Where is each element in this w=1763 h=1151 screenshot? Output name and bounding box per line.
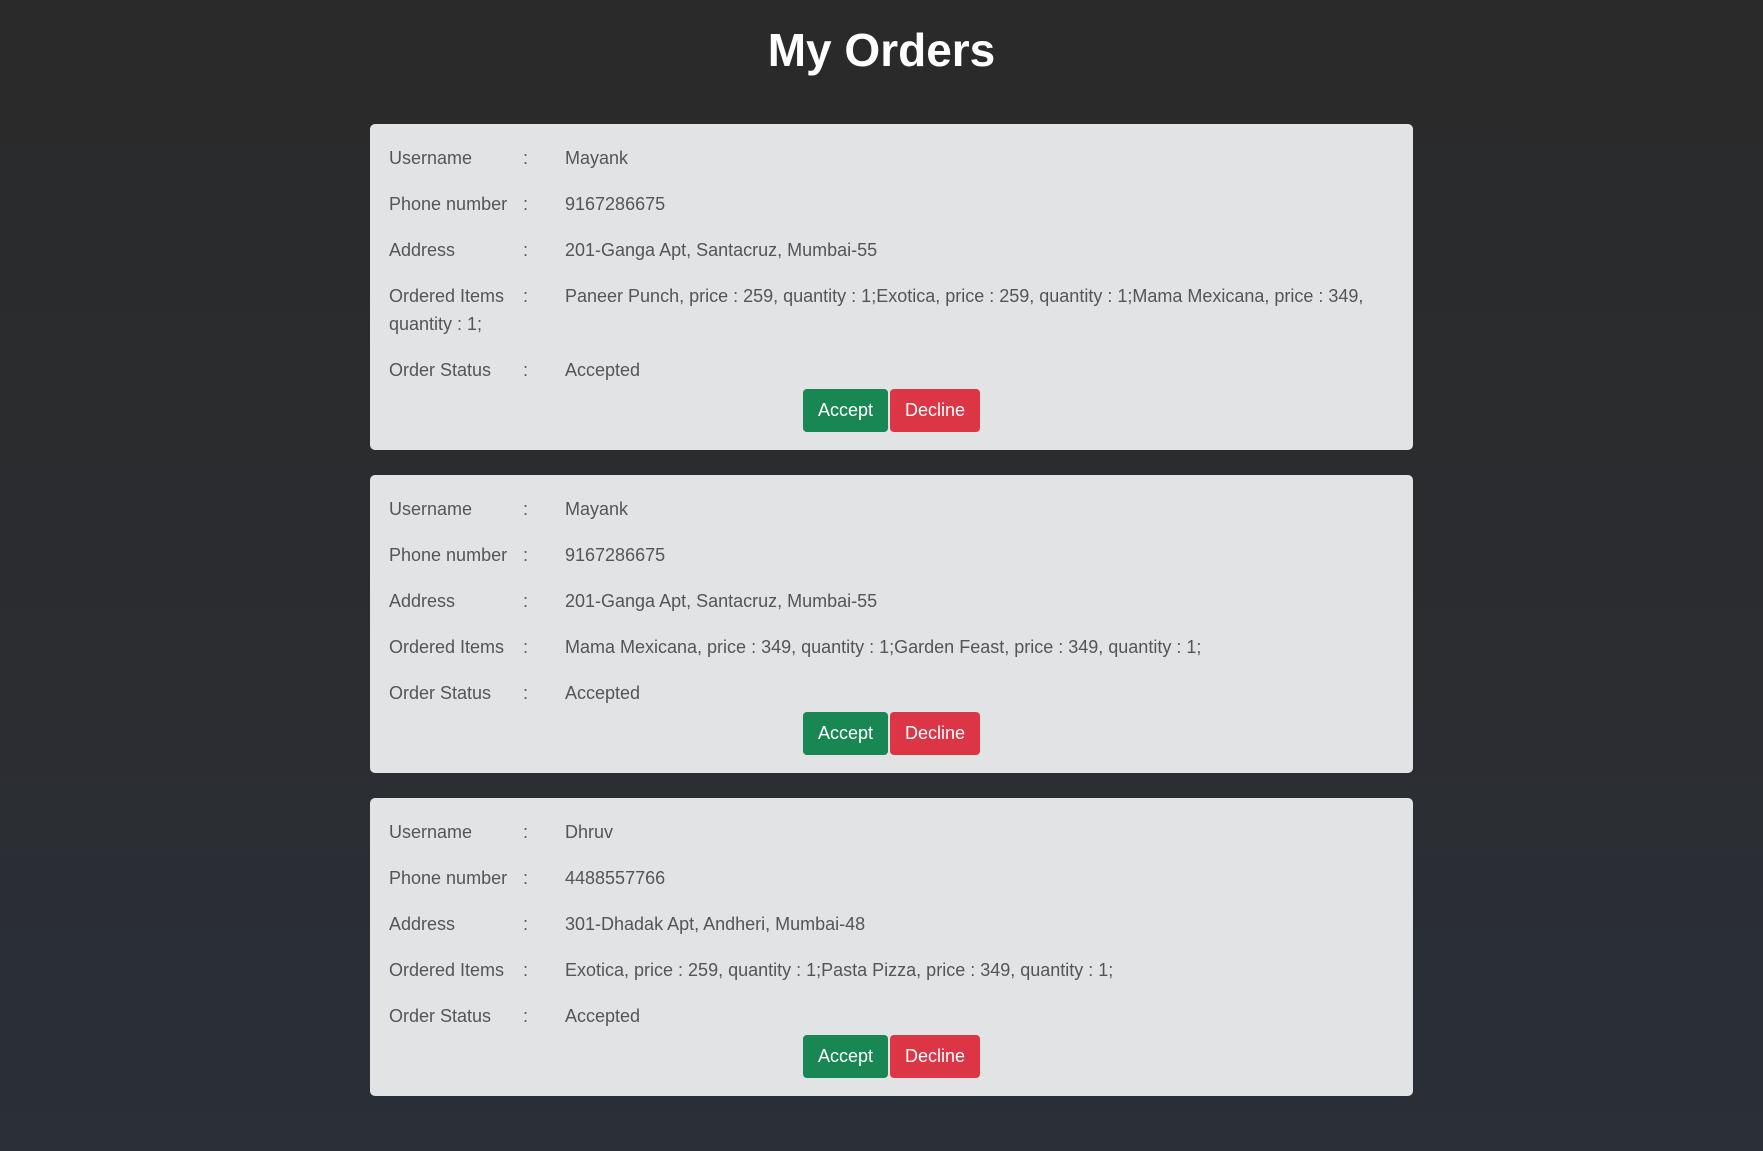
address-value: 301-Dhadak Apt, Andheri, Mumbai-48 (565, 914, 866, 934)
address-value: 201-Ganga Apt, Santacruz, Mumbai-55 (565, 240, 878, 260)
accept-button[interactable]: Accept (802, 389, 888, 432)
username-row: Username: Dhruv (389, 818, 1394, 846)
phone-value: 9167286675 (565, 545, 666, 565)
separator: : (523, 499, 529, 519)
address-label: Address (389, 591, 456, 611)
separator: : (523, 545, 529, 565)
phone-label: Phone number (389, 545, 508, 565)
order-actions: Accept Decline (389, 712, 1394, 755)
items-row: Ordered Items: Paneer Punch, price : 259,… (389, 282, 1394, 338)
items-row: Ordered Items: Exotica, price : 259, quan… (389, 956, 1394, 984)
separator: : (523, 591, 529, 611)
username-value: Mayank (565, 499, 629, 519)
accept-button[interactable]: Accept (802, 1035, 888, 1078)
username-value: Dhruv (565, 822, 614, 842)
separator: : (523, 360, 529, 380)
items-value: Exotica, price : 259, quantity : 1;Pasta… (565, 960, 1114, 980)
items-label: Ordered Items (389, 286, 505, 306)
phone-label: Phone number (389, 194, 508, 214)
order-card: Username: Dhruv Phone number: 4488557766 A… (370, 798, 1413, 1096)
address-value: 201-Ganga Apt, Santacruz, Mumbai-55 (565, 591, 878, 611)
phone-row: Phone number: 4488557766 (389, 864, 1394, 892)
accept-button[interactable]: Accept (802, 712, 888, 755)
items-label: Ordered Items (389, 637, 505, 657)
orders-list: Username: Mayank Phone number:9167286675 … (370, 124, 1413, 1121)
phone-row: Phone number: 9167286675 (389, 190, 1394, 218)
address-label: Address (389, 240, 456, 260)
address-row: Address: 201-Ganga Apt, Santacruz, Mumbai… (389, 587, 1394, 615)
status-value: Accepted (565, 360, 641, 380)
phone-value: 4488557766 (565, 868, 666, 888)
status-label: Order Status (389, 360, 492, 380)
address-label: Address (389, 914, 456, 934)
decline-button[interactable]: Decline (890, 1035, 981, 1078)
page-title: My Orders (767, 24, 996, 76)
username-value: Mayank (565, 148, 629, 168)
status-label: Order Status (389, 683, 492, 703)
username-label: Username (389, 822, 473, 842)
status-row: Order Status: Accepted (389, 679, 1394, 707)
separator: : (523, 868, 529, 888)
address-row: Address: 201-Ganga Apt, Santacruz, Mumbai… (389, 236, 1394, 264)
separator: : (523, 683, 529, 703)
username-label: Username (389, 148, 473, 168)
status-row: Order Status: Accepted (389, 356, 1394, 384)
separator: : (523, 960, 529, 980)
address-row: Address: 301-Dhadak Apt, Andheri, Mumbai-… (389, 910, 1394, 938)
phone-label: Phone number (389, 868, 508, 888)
status-row: Order Status: Accepted (389, 1002, 1394, 1030)
status-label: Order Status (389, 1006, 492, 1026)
order-actions: Accept Decline (389, 1035, 1394, 1078)
separator: : (523, 822, 529, 842)
status-value: Accepted (565, 1006, 641, 1026)
phone-row: Phone number: 9167286675 (389, 541, 1394, 569)
items-label: Ordered Items (389, 960, 505, 980)
separator: : (523, 194, 529, 214)
separator: : (523, 914, 529, 934)
items-row: Ordered Items: Mama Mexicana, price : 349… (389, 633, 1394, 661)
status-value: Accepted (565, 683, 641, 703)
separator: : (523, 286, 529, 306)
decline-button[interactable]: Decline (890, 389, 981, 432)
username-row: Username: Mayank (389, 495, 1394, 523)
order-card: Username: Mayank Phone number:9167286675 … (370, 124, 1413, 450)
separator: : (523, 148, 529, 168)
decline-button[interactable]: Decline (890, 712, 981, 755)
separator: : (523, 637, 529, 657)
order-actions: Accept Decline (389, 389, 1394, 432)
username-label: Username (389, 499, 473, 519)
phone-value: 9167286675 (565, 194, 666, 214)
separator: : (523, 240, 529, 260)
order-card: Username: Mayank Phone number:9167286675 … (370, 475, 1413, 773)
items-value: Mama Mexicana, price : 349, quantity : 1… (565, 637, 1202, 657)
username-row: Username: Mayank (389, 144, 1394, 172)
separator: : (523, 1006, 529, 1026)
